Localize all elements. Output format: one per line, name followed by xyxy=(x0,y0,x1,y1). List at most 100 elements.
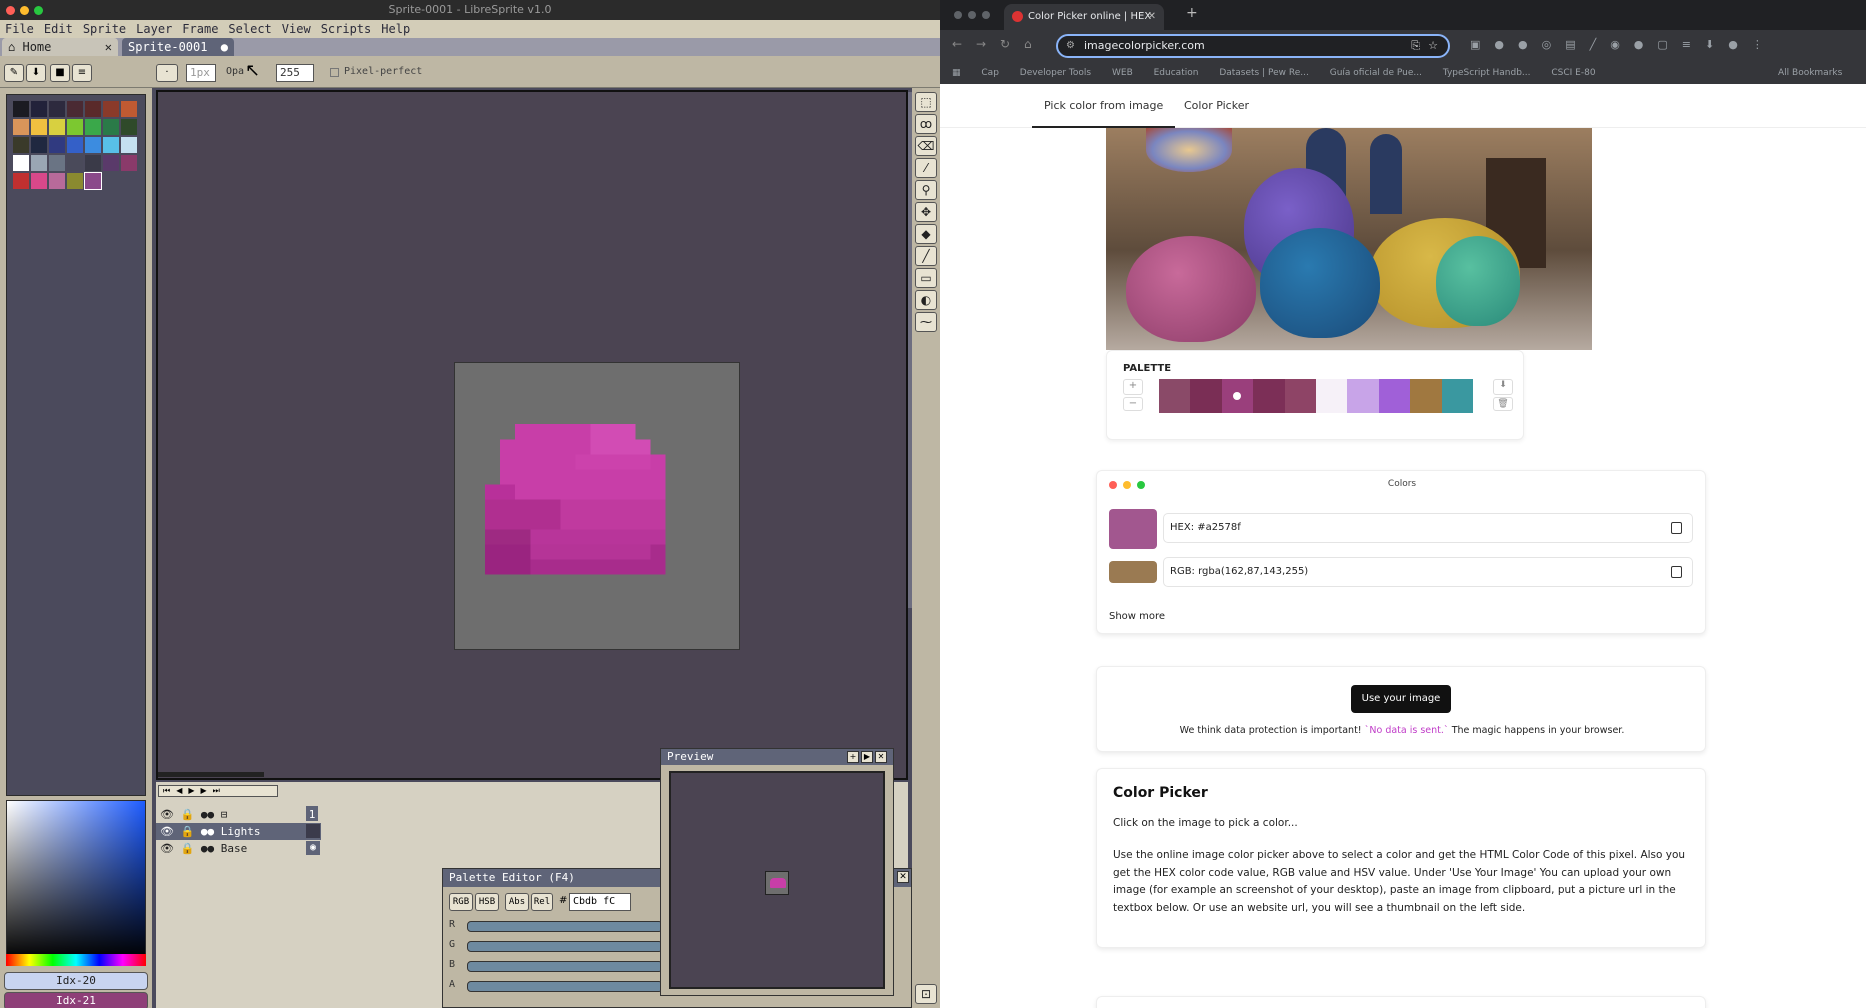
play-icon[interactable]: ▶ xyxy=(861,751,873,763)
minimize-window-icon[interactable] xyxy=(968,11,976,19)
back-icon[interactable]: ← xyxy=(952,37,962,51)
close-tab-icon[interactable]: ✕ xyxy=(1148,4,1156,30)
url-input[interactable]: ⚙ imagecolorpicker.com ⎘ ☆ xyxy=(1056,34,1450,58)
hex-field[interactable]: HEX: #a2578f xyxy=(1163,513,1693,543)
bookmark-item[interactable]: Guía oficial de Pue... xyxy=(1330,62,1422,84)
palette-swatch[interactable] xyxy=(31,119,47,135)
delete-icon[interactable]: 🗑 xyxy=(1493,397,1513,411)
menu-frame[interactable]: Frame xyxy=(177,20,223,38)
add-color-icon[interactable]: + xyxy=(1123,379,1143,395)
palette-swatch[interactable] xyxy=(85,155,101,171)
remove-color-icon[interactable]: − xyxy=(1123,397,1143,411)
palette-swatch[interactable] xyxy=(67,119,83,135)
pixel-perfect-checkbox[interactable] xyxy=(330,68,339,77)
zoom-icon[interactable]: + xyxy=(847,751,859,763)
cel-base[interactable]: ◉ xyxy=(306,841,320,855)
palette-swatch[interactable] xyxy=(13,137,29,153)
line-icon[interactable]: ╱ xyxy=(915,246,937,266)
menu-file[interactable]: File xyxy=(0,20,39,38)
rectangle-icon[interactable]: ▭ xyxy=(915,268,937,288)
bookmark-star-icon[interactable]: ☆ xyxy=(1428,36,1438,56)
rgb-field[interactable]: RGB: rgba(162,87,143,255) xyxy=(1163,557,1693,587)
palette-swatch[interactable] xyxy=(121,119,137,135)
menu-layer[interactable]: Layer xyxy=(131,20,177,38)
palette-swatch[interactable] xyxy=(13,173,29,189)
layer-base[interactable]: 👁 🔒 ●● Base ◉ xyxy=(156,840,321,857)
link-icon[interactable]: ●● xyxy=(201,825,214,838)
brush-size-input[interactable]: 1px xyxy=(186,64,216,82)
palette-swatch[interactable] xyxy=(85,137,101,153)
brush-shape-icon[interactable]: · xyxy=(156,64,178,82)
unsaved-dot-icon[interactable]: ● xyxy=(221,38,228,56)
maximize-window-icon[interactable] xyxy=(34,6,43,15)
background-color-button[interactable]: Idx-21 xyxy=(4,992,148,1008)
horizontal-scrollbar[interactable] xyxy=(158,772,264,777)
pencil-icon[interactable]: ✎ xyxy=(4,64,24,82)
tab-color-picker[interactable]: Color Picker xyxy=(1172,84,1261,128)
blur-icon[interactable]: ⁓ xyxy=(915,312,937,332)
menu-sprite[interactable]: Sprite xyxy=(78,20,131,38)
sample-image[interactable] xyxy=(1106,128,1592,350)
new-tab-icon[interactable]: + xyxy=(1186,5,1198,21)
palette-swatch[interactable] xyxy=(67,155,83,171)
ratio-icon[interactable]: ⊡ xyxy=(915,984,937,1004)
all-bookmarks[interactable]: All Bookmarks xyxy=(1778,62,1842,84)
zoom-icon[interactable]: ⚲ xyxy=(915,180,937,200)
bookmark-item[interactable]: Education xyxy=(1154,62,1199,84)
close-window-icon[interactable] xyxy=(954,11,962,19)
bookmark-item[interactable]: Datasets | Pew Re... xyxy=(1219,62,1309,84)
hex-input[interactable]: Cbdb fC xyxy=(569,893,631,911)
palette-swatch[interactable] xyxy=(49,101,65,117)
list-icon[interactable]: ≡ xyxy=(72,64,92,82)
lock-icon[interactable]: 🔒 xyxy=(181,825,195,838)
palette-swatch[interactable] xyxy=(84,172,102,190)
menu-select[interactable]: Select xyxy=(223,20,276,38)
palette-swatch[interactable] xyxy=(49,173,65,189)
bookmark-item[interactable]: Cap xyxy=(981,62,999,84)
palette-swatch[interactable] xyxy=(103,101,119,117)
visibility-icon[interactable]: 👁 xyxy=(156,825,174,838)
bookmark-item[interactable]: WEB xyxy=(1112,62,1133,84)
apps-icon[interactable]: ▦ xyxy=(952,62,961,84)
palette-swatch[interactable] xyxy=(1159,379,1191,413)
lasso-icon[interactable]: ꝏ xyxy=(915,114,937,134)
home-icon[interactable]: ⌂ xyxy=(1024,37,1032,51)
palette-swatch[interactable] xyxy=(31,101,47,117)
eyedropper-icon[interactable]: ⁄ xyxy=(915,158,937,178)
palette-swatch[interactable] xyxy=(49,155,65,171)
palette-swatch[interactable] xyxy=(13,155,29,171)
palette-swatch[interactable] xyxy=(121,101,137,117)
bookmark-item[interactable]: TypeScript Handb... xyxy=(1443,62,1531,84)
palette-swatch[interactable] xyxy=(1347,379,1380,413)
palette-swatch[interactable] xyxy=(13,101,29,117)
move-icon[interactable]: ✥ xyxy=(915,202,937,222)
palette-swatch[interactable] xyxy=(1316,379,1348,413)
palette-swatch[interactable] xyxy=(49,137,65,153)
tab-home[interactable]: ⌂ Home ✕ xyxy=(2,38,118,56)
g-slider[interactable] xyxy=(467,941,663,952)
color-spectrum-field[interactable] xyxy=(6,800,146,960)
palette-swatch[interactable] xyxy=(121,155,137,171)
bookmark-item[interactable]: CSCI E-80 xyxy=(1551,62,1595,84)
sprite-canvas[interactable] xyxy=(454,362,740,650)
eraser-icon[interactable]: ⌫ xyxy=(915,136,937,156)
extensions-icons[interactable]: ▣●●◎▤╱◉●▢≡⬇●⋮ xyxy=(1470,38,1850,54)
menu-view[interactable]: View xyxy=(277,20,316,38)
palette-swatch[interactable] xyxy=(13,119,29,135)
opacity-input[interactable]: 255 xyxy=(276,64,314,82)
lock-icon[interactable]: 🔒 xyxy=(181,842,195,855)
palette-swatch[interactable] xyxy=(67,137,83,153)
close-tab-icon[interactable]: ✕ xyxy=(105,38,112,56)
palette-swatch[interactable] xyxy=(85,119,101,135)
a-slider[interactable] xyxy=(467,981,663,992)
menu-help[interactable]: Help xyxy=(376,20,415,38)
palette-swatch[interactable] xyxy=(121,137,137,153)
link-icon[interactable]: ●● xyxy=(201,842,214,855)
palette-swatch[interactable] xyxy=(1441,379,1474,413)
arrow-down-icon[interactable]: ⬇ xyxy=(26,64,46,82)
hue-slider[interactable] xyxy=(6,954,146,966)
palette-swatch[interactable] xyxy=(31,137,47,153)
palette-swatch[interactable] xyxy=(1410,379,1443,413)
cel-lights[interactable] xyxy=(306,824,320,838)
minimize-window-icon[interactable] xyxy=(20,6,29,15)
